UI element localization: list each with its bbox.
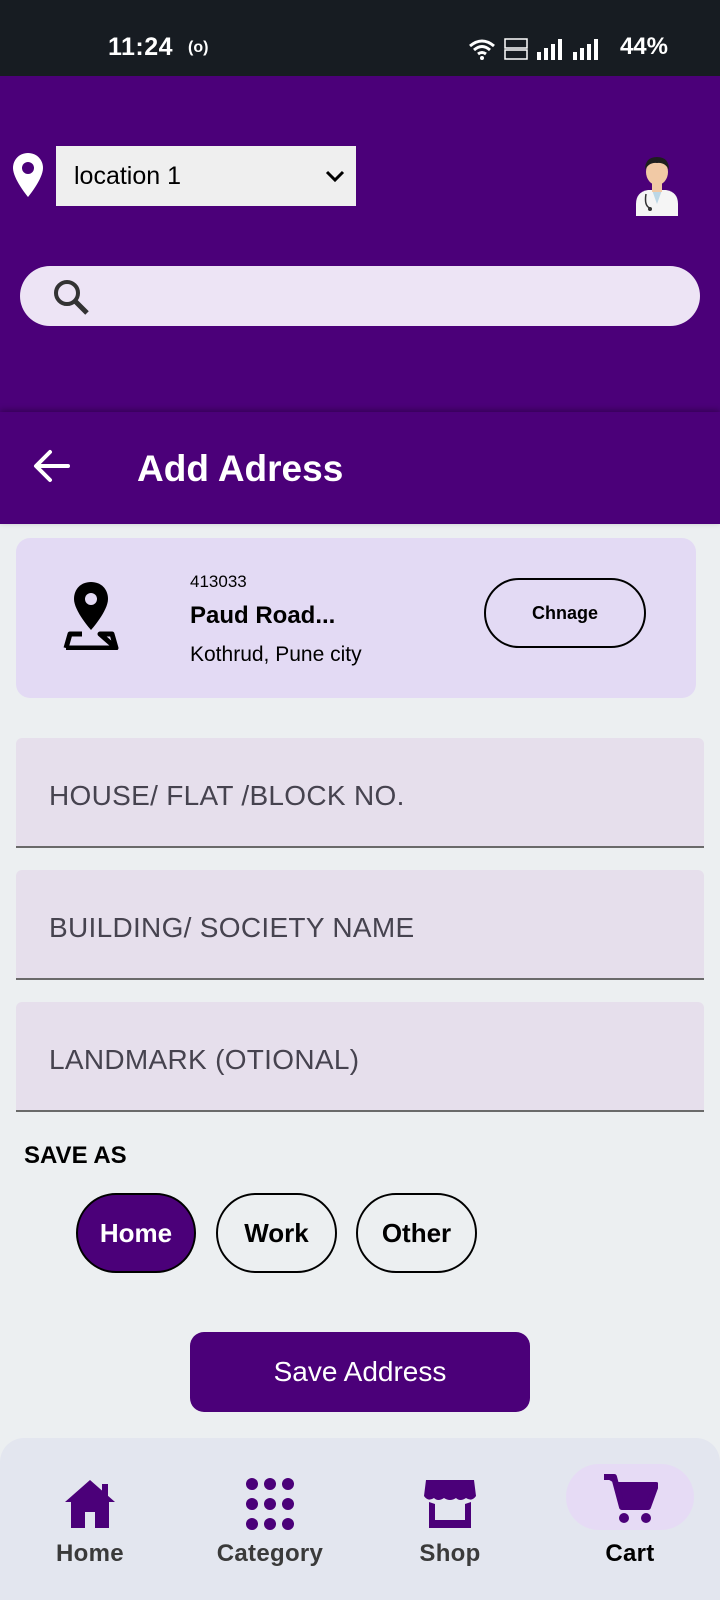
battery-level: 44% [619,33,668,60]
landmark-placeholder: LANDMARK (OTIONAL) [49,1044,360,1075]
address-card: 413033 Paud Road... Kothrud, Pune city C… [16,538,696,698]
page-title: Add Adress [137,448,344,489]
grid-dots-icon [246,1478,294,1530]
app-header [0,76,720,412]
search-icon [54,280,89,315]
nav-category[interactable]: Category [180,1438,360,1600]
search-input[interactable] [20,266,700,326]
save-as-label: SAVE AS [24,1142,127,1169]
store-icon [424,1480,476,1528]
location-select-value: location 1 [74,161,182,190]
save-as-home-chip[interactable]: Home [76,1193,196,1273]
status-time: 11:24 [108,33,174,61]
location-pin-icon [13,153,43,197]
nav-cart[interactable]: Cart [540,1438,720,1600]
nav-home[interactable]: Home [0,1438,180,1600]
save-as-other-chip[interactable]: Other [356,1193,477,1273]
signal-icon [573,39,598,60]
nav-category-label: Category [216,1540,324,1567]
nav-shop-label: Shop [419,1540,481,1567]
save-address-button[interactable]: Save Address [190,1332,530,1412]
building-society-placeholder: BUILDING/ SOCIETY NAME [49,912,415,943]
cast-icon: (o) [188,39,209,56]
signal-icon [537,39,562,60]
nav-home-label: Home [56,1540,124,1567]
doctor-avatar-icon[interactable] [632,154,682,216]
volte-icon [504,38,528,60]
building-society-field[interactable]: BUILDING/ SOCIETY NAME [16,870,704,980]
save-as-work-chip[interactable]: Work [216,1193,337,1273]
home-icon [65,1480,115,1528]
address-title: Paud Road... [190,602,336,629]
nav-shop[interactable]: Shop [360,1438,540,1600]
house-flat-placeholder: HOUSE/ FLAT /BLOCK NO. [49,780,405,811]
nav-cart-label: Cart [605,1540,655,1567]
house-flat-field[interactable]: HOUSE/ FLAT /BLOCK NO. [16,738,704,848]
bottom-nav: Home Category Shop Cart [0,1438,720,1600]
change-address-button[interactable]: Chnage [484,578,646,648]
back-arrow-icon[interactable] [32,446,72,486]
status-bar: 11:24 (o) 44% [0,0,720,76]
map-pin-icon [63,582,119,650]
address-subtitle: Kothrud, Pune city [190,643,362,666]
cart-icon [604,1474,658,1523]
chevron-down-icon [325,170,345,183]
pin-code: 413033 [190,572,247,591]
status-icons [468,33,600,65]
landmark-field[interactable]: LANDMARK (OTIONAL) [16,1002,704,1112]
wifi-icon [469,39,495,60]
title-bar: Add Adress [0,412,720,524]
location-select[interactable]: location 1 [56,146,356,206]
